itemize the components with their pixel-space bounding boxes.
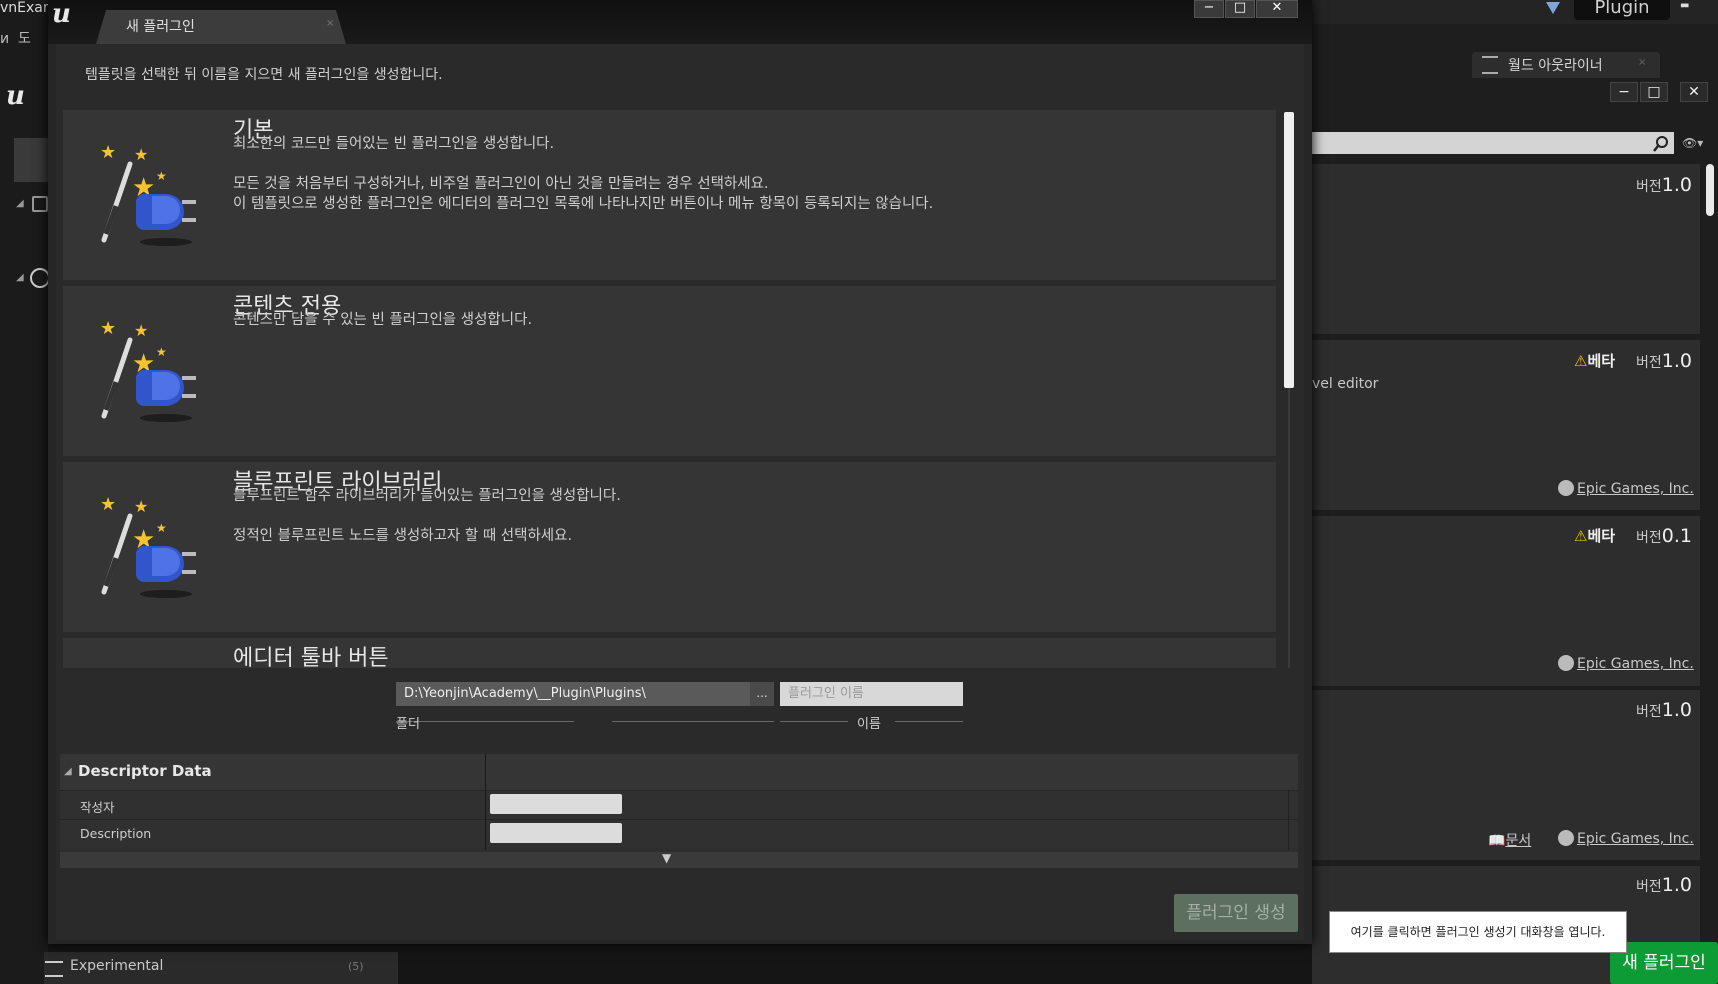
chevron-down-icon[interactable]: ▼: [662, 851, 671, 865]
column-divider: [1288, 790, 1289, 850]
tooltip: 여기를 클릭하면 플러그인 생성기 대화창을 엽니다.: [1329, 911, 1627, 953]
author-input[interactable]: [490, 794, 622, 814]
expand-arrow-icon[interactable]: ◢: [16, 198, 24, 209]
plugin-wand-icon: ★ ★ ★ ★: [96, 130, 206, 250]
menu-item[interactable]: 도: [18, 31, 31, 47]
beta-badge: ⚠베타: [1574, 352, 1616, 370]
minimize-icon[interactable]: ▬: [1680, 0, 1700, 11]
template-description: 콘텐츠만 담을 수 있는 빈 플러그인을 생성합니다.: [233, 312, 533, 328]
svg-text:★: ★: [156, 521, 167, 535]
description-input[interactable]: [490, 823, 622, 843]
book-icon: 📖: [1488, 833, 1506, 849]
plugin-wand-icon: ★ ★ ★ ★: [96, 482, 206, 602]
close-icon[interactable]: ×: [326, 18, 334, 29]
template-description: 블루프린트 함수 라이브러리가 들어있는 플러그인을 생성합니다. 정적인 블루…: [233, 488, 621, 544]
template-description: 최소한의 코드만 들어있는 빈 플러그인을 생성합니다. 모든 것을 처음부터 …: [233, 136, 934, 212]
descriptor-title: Descriptor Data: [78, 762, 212, 780]
version-text: 버전1.0: [1636, 699, 1692, 721]
plugin-wand-icon: ★ ★ ★ ★: [96, 306, 206, 426]
maximize-button[interactable]: □: [1640, 82, 1668, 102]
create-plugin-button[interactable]: 플러그인 생성: [1174, 894, 1298, 932]
unreal-logo-icon: u: [50, 0, 82, 28]
hint-underline: [612, 721, 774, 722]
svg-text:★: ★: [100, 494, 116, 515]
search-icon[interactable]: [1652, 135, 1670, 153]
unreal-circle-icon: [30, 268, 50, 288]
descriptor-header[interactable]: [60, 754, 1298, 790]
category-count: (5): [348, 960, 364, 973]
svg-text:★: ★: [134, 145, 148, 164]
menu-item[interactable]: и: [0, 31, 9, 47]
svg-text:★: ★: [134, 321, 148, 340]
scrollbar-thumb[interactable]: [1284, 112, 1294, 388]
plugin-name-input[interactable]: 플러그인 이름: [780, 682, 963, 706]
globe-icon: [1558, 480, 1574, 496]
browse-folder-button[interactable]: ...: [750, 682, 774, 706]
side-tab[interactable]: [14, 138, 48, 182]
eye-icon[interactable]: 👁▾: [1682, 136, 1703, 150]
plugin-folder-path-input[interactable]: D:\Yeonjin\Academy\__Plugin\Plugins\: [396, 682, 750, 706]
svg-text:★: ★: [134, 497, 148, 516]
level-icon: [32, 196, 48, 212]
close-button[interactable]: ✕: [1680, 82, 1708, 102]
plugin-blueprint-icon: [1544, 0, 1562, 16]
folder-hint-label: 폴더: [396, 717, 420, 732]
dialog-intro-text: 템플릿을 선택한 뒤 이름을 지으면 새 플러그인을 생성합니다.: [85, 67, 443, 83]
close-icon[interactable]: ×: [1638, 57, 1646, 68]
svg-text:u: u: [6, 81, 25, 108]
editor-window-title: vnExam: [0, 0, 48, 16]
descriptor-row-author: [60, 790, 1298, 819]
column-divider[interactable]: [485, 754, 486, 850]
minimize-button[interactable]: −: [1610, 82, 1638, 102]
plugin-search-input[interactable]: [1312, 132, 1674, 154]
descriptor-label: Description: [80, 826, 152, 841]
beta-badge: ⚠베타: [1574, 527, 1616, 545]
hint-underline: [396, 721, 574, 722]
svg-text:★: ★: [100, 142, 116, 163]
maximize-button[interactable]: □: [1225, 0, 1255, 18]
author-link[interactable]: Epic Games, Inc.: [1558, 830, 1694, 847]
tab-label: 월드 아웃라이너: [1508, 58, 1603, 74]
plugin-tab-button[interactable]: Plugin: [1574, 0, 1670, 20]
scrollbar-track[interactable]: [1288, 388, 1290, 668]
template-title: 에디터 툴바 버튼: [233, 646, 389, 668]
version-text: 버전1.0: [1636, 874, 1692, 896]
collapse-arrow-icon[interactable]: ◢: [64, 766, 72, 777]
expand-arrow-icon[interactable]: ◢: [16, 272, 24, 283]
version-text: 버전0.1: [1636, 525, 1692, 547]
svg-text:★: ★: [156, 169, 167, 183]
svg-text:★: ★: [100, 318, 116, 339]
warning-icon: ⚠: [1574, 527, 1588, 545]
plugin-description-fragment: vel editor: [1312, 376, 1379, 392]
template-list: ★ ★ ★ ★ 기본 최소한의 코드만 들어있는 빈 플러그인을 생성합니다. …: [63, 110, 1276, 668]
descriptor-label: 작성자: [80, 800, 115, 815]
globe-icon: [1558, 655, 1574, 671]
version-text: 버전1.0: [1636, 350, 1692, 372]
plugin-wand-icon: ★ ★: [96, 658, 206, 668]
svg-text:★: ★: [156, 345, 167, 359]
docs-link[interactable]: 📖문서: [1488, 830, 1531, 850]
author-link[interactable]: Epic Games, Inc.: [1558, 480, 1694, 497]
list-icon: [45, 961, 63, 977]
tab-label: 새 플러그인: [126, 19, 195, 35]
warning-icon: ⚠: [1574, 352, 1588, 370]
author-link[interactable]: Epic Games, Inc.: [1558, 655, 1694, 672]
close-button[interactable]: ✕: [1256, 0, 1298, 18]
hint-underline: [780, 721, 848, 722]
descriptor-row-description: [60, 819, 1298, 848]
name-hint-label: 이름: [857, 717, 881, 732]
svg-text:u: u: [52, 0, 71, 28]
version-text: 버전1.0: [1636, 174, 1692, 196]
category-label: Experimental: [70, 958, 164, 974]
outliner-icon: [1482, 56, 1498, 74]
unreal-logo-icon: u: [4, 80, 34, 108]
hint-underline: [895, 721, 963, 722]
globe-icon: [1558, 830, 1574, 846]
advanced-expander[interactable]: [60, 852, 1298, 868]
scrollbar-thumb[interactable]: [1706, 164, 1714, 216]
minimize-button[interactable]: −: [1194, 0, 1224, 18]
editor-menu-bar: и 도: [0, 28, 48, 50]
